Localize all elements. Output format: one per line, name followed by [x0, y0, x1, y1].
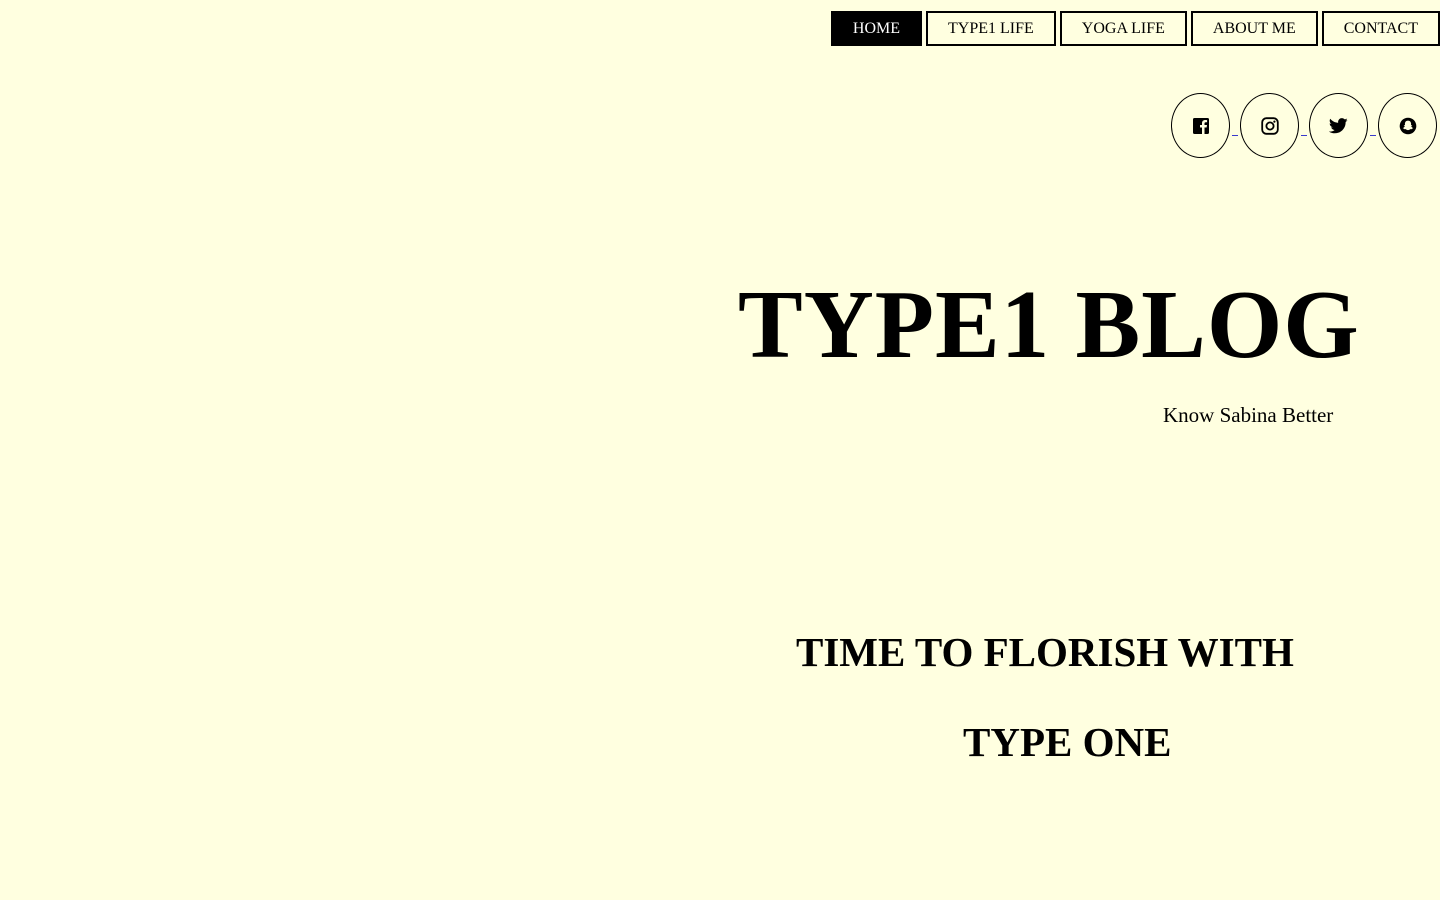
social-links	[1171, 93, 1437, 158]
tagline-line-1: TIME TO FLORISH WITH	[796, 629, 1294, 675]
top-nav: HOME TYPE1 LIFE YOGA LIFE ABOUT ME CONTA…	[830, 11, 1440, 46]
nav-yoga-life[interactable]: YOGA LIFE	[1059, 11, 1187, 46]
snapchat-link[interactable]	[1378, 93, 1437, 158]
twitter-link[interactable]	[1309, 93, 1368, 158]
separator	[1230, 121, 1240, 136]
page-title: TYPE1 BLOG	[738, 271, 1360, 378]
facebook-icon	[1192, 117, 1209, 134]
snapchat-icon	[1399, 117, 1416, 134]
separator	[1299, 121, 1309, 136]
page-subtitle: Know Sabina Better	[1163, 403, 1334, 427]
nav-about-me[interactable]: ABOUT ME	[1190, 11, 1318, 46]
twitter-icon	[1329, 117, 1348, 133]
facebook-link[interactable]	[1171, 93, 1230, 158]
nav-contact[interactable]: CONTACT	[1321, 11, 1440, 46]
nav-type1-life[interactable]: TYPE1 LIFE	[926, 11, 1056, 46]
tagline-line-2: TYPE ONE	[963, 719, 1172, 765]
instagram-icon	[1260, 116, 1279, 135]
separator	[1368, 121, 1378, 136]
page: HOME TYPE1 LIFE YOGA LIFE ABOUT ME CONTA…	[0, 0, 1440, 900]
nav-home[interactable]: HOME	[830, 11, 922, 46]
instagram-link[interactable]	[1240, 93, 1299, 158]
